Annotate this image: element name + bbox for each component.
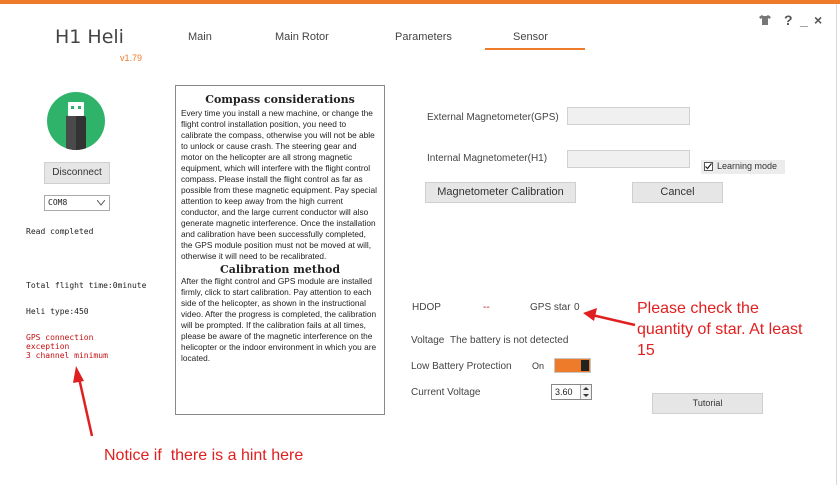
annotation-arrows (73, 308, 636, 437)
star-note-line3: 15 (637, 342, 655, 359)
star-note-line2: quantity of star. At least (637, 321, 803, 338)
star-note-line1: Please check the (637, 300, 759, 317)
hint-note: Notice if there is a hint here (104, 447, 304, 464)
